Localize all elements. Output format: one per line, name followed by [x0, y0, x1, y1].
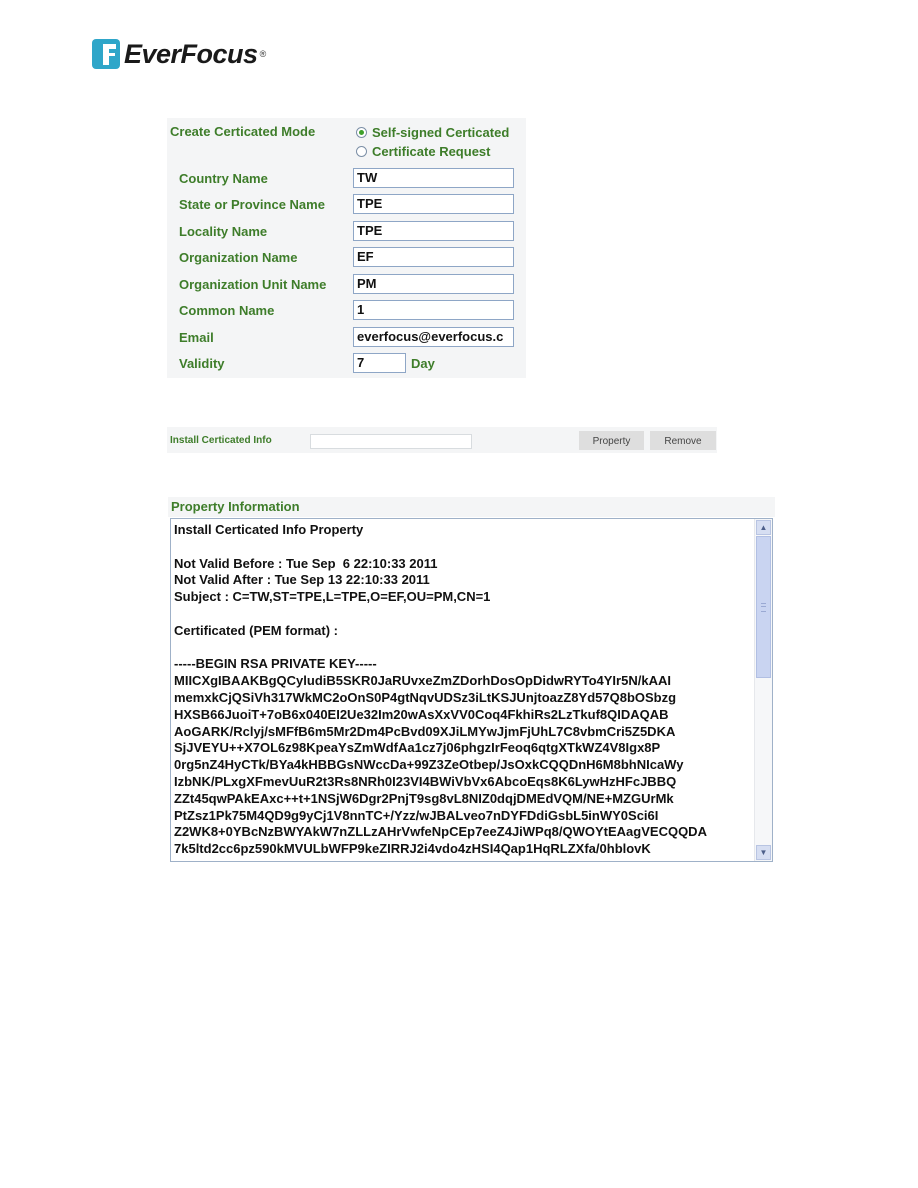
organization-name-label: Organization Name: [179, 250, 298, 265]
install-certificate-input[interactable]: [310, 434, 472, 449]
locality-name-input[interactable]: TPE: [353, 221, 514, 241]
install-certificate-bar: Install Certicated Info Property Remove: [167, 427, 717, 453]
state-province-label: State or Province Name: [179, 197, 325, 212]
certificate-form-panel: Create Certicated Mode Self-signed Certi…: [167, 118, 526, 378]
common-name-input[interactable]: 1: [353, 300, 514, 320]
state-province-input[interactable]: TPE: [353, 194, 514, 214]
email-input[interactable]: everfocus@everfocus.c: [353, 327, 514, 347]
scrollbar-thumb[interactable]: [756, 536, 771, 678]
install-certificate-label: Install Certicated Info: [170, 435, 272, 446]
radio-label: Self-signed Certicated: [372, 125, 510, 140]
property-information-header: Property Information: [168, 497, 775, 517]
common-name-label: Common Name: [179, 303, 275, 318]
organization-unit-input[interactable]: PM: [353, 274, 514, 294]
vertical-scrollbar[interactable]: ▲ ▼: [754, 519, 772, 861]
everfocus-logo-icon: [92, 39, 120, 69]
validity-label: Validity: [179, 356, 225, 371]
radio-label: Certificate Request: [372, 144, 491, 159]
create-mode-label: Create Certicated Mode: [170, 124, 316, 139]
email-label: Email: [179, 330, 214, 345]
remove-button[interactable]: Remove: [650, 431, 716, 450]
radio-unchecked-icon[interactable]: [356, 146, 367, 157]
everfocus-logo: EverFocus ®: [92, 37, 266, 71]
organization-unit-label: Organization Unit Name: [179, 277, 327, 292]
scrollbar-grip-icon: [761, 603, 766, 612]
locality-name-label: Locality Name: [179, 224, 268, 239]
brand-name: EverFocus: [124, 38, 258, 69]
property-button[interactable]: Property: [579, 431, 644, 450]
radio-self-signed[interactable]: Self-signed Certicated: [356, 125, 509, 140]
scroll-up-arrow-icon[interactable]: ▲: [756, 520, 771, 535]
validity-unit-label: Day: [411, 356, 435, 371]
country-name-label: Country Name: [179, 171, 268, 186]
property-information-textarea[interactable]: Install Certicated Info Property Not Val…: [170, 518, 773, 862]
radio-certificate-request[interactable]: Certificate Request: [356, 144, 490, 159]
organization-name-input[interactable]: EF: [353, 247, 514, 267]
country-name-input[interactable]: TW: [353, 168, 514, 188]
radio-checked-icon[interactable]: [356, 127, 367, 138]
property-information-content: Install Certicated Info Property Not Val…: [174, 522, 707, 857]
scroll-down-arrow-icon[interactable]: ▼: [756, 845, 771, 860]
registered-mark: ®: [259, 49, 267, 59]
property-information-title: Property Information: [171, 499, 300, 514]
validity-input[interactable]: 7: [353, 353, 406, 373]
